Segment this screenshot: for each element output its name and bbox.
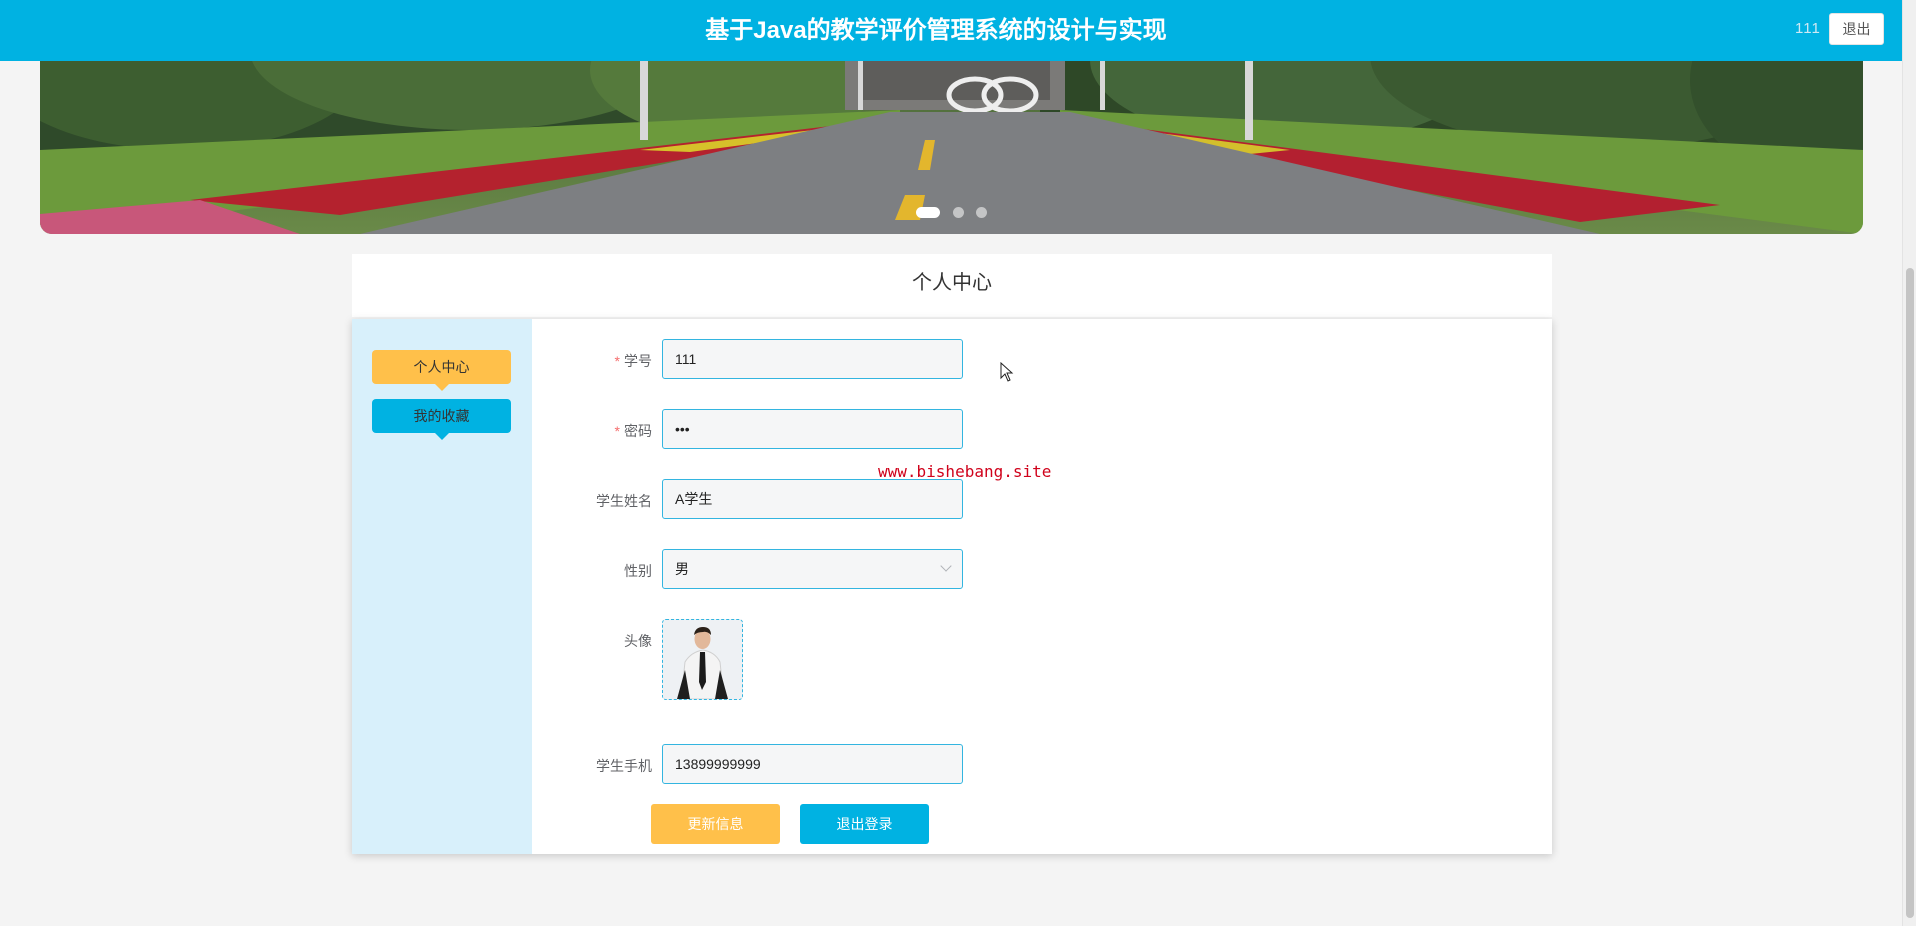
page-title: 个人中心	[352, 254, 1552, 317]
password-label-text: 密码	[624, 423, 652, 439]
phone-field[interactable]: 13899999999	[662, 744, 963, 784]
name-field[interactable]: A学生	[662, 479, 963, 519]
required-mark: *	[614, 353, 620, 369]
gender-select[interactable]: 男	[662, 549, 963, 589]
name-label: 学生姓名	[596, 493, 652, 509]
carousel-dot[interactable]	[975, 207, 987, 219]
carousel-dot[interactable]	[916, 207, 941, 219]
carousel-indicators	[40, 204, 1863, 222]
header-logout-button[interactable]: 退出	[1829, 13, 1884, 45]
mouse-cursor-icon	[1000, 362, 1014, 382]
student-id-field[interactable]: 111	[662, 339, 963, 379]
sidebar: 个人中心 我的收藏	[352, 319, 532, 854]
avatar-label: 头像	[624, 633, 652, 649]
password-field[interactable]: •••	[662, 409, 963, 449]
scrollbar-thumb[interactable]	[1906, 268, 1914, 918]
avatar-image	[663, 620, 742, 699]
carousel-dot[interactable]	[952, 207, 964, 219]
sidebar-item-favorites[interactable]: 我的收藏	[372, 399, 511, 440]
update-info-button[interactable]: 更新信息	[651, 804, 780, 844]
gender-label: 性别	[624, 563, 652, 579]
username-label: 111	[1795, 20, 1821, 37]
phone-label: 学生手机	[596, 758, 652, 774]
profile-card: 个人中心 我的收藏 * 学号 111 * 密码 ••• 学生姓名 A学生 性别 男 …	[352, 319, 1552, 854]
student-id-label: * 学号	[537, 351, 652, 371]
top-header: 基于Java的教学评价管理系统的设计与实现 111 退出	[0, 0, 1902, 61]
gender-select-value: 男	[675, 561, 689, 577]
sidebar-item-profile[interactable]: 个人中心	[372, 350, 511, 391]
watermark-text: www.bishebang.site	[878, 462, 1052, 481]
avatar-upload[interactable]	[662, 619, 743, 700]
password-label: * 密码	[537, 421, 652, 441]
logout-button[interactable]: 退出登录	[800, 804, 929, 844]
required-mark: *	[614, 423, 620, 439]
site-title: 基于Java的教学评价管理系统的设计与实现	[705, 17, 1167, 44]
student-id-label-text: 学号	[624, 353, 652, 369]
page-scrollbar[interactable]	[1902, 0, 1916, 926]
chevron-down-icon	[940, 560, 952, 572]
